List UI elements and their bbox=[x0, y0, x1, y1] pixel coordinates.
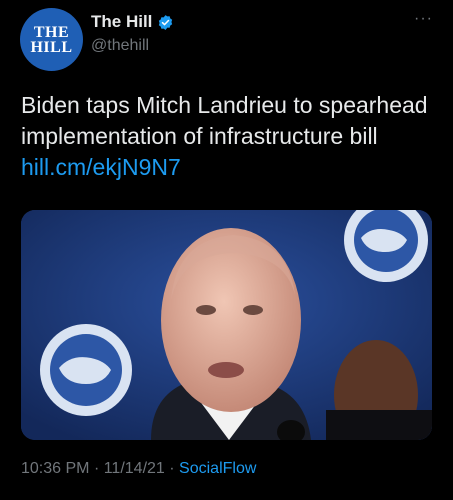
tweet-time[interactable]: 10:36 PM bbox=[21, 460, 89, 477]
avatar-text-line1: THE bbox=[33, 23, 70, 41]
name-row: The Hill bbox=[91, 12, 174, 32]
separator: · bbox=[93, 460, 100, 477]
avatar-text-line2: HILL bbox=[30, 38, 73, 56]
verified-badge-icon bbox=[159, 14, 173, 30]
separator: · bbox=[169, 460, 175, 477]
handle[interactable]: @thehill bbox=[91, 37, 149, 55]
timestamp-row: 10:36 PM · 11/14/21 · SocialFlow bbox=[21, 460, 256, 478]
avatar[interactable]: THE HILL bbox=[20, 8, 83, 71]
seal-emblem-left bbox=[40, 324, 132, 416]
tweet-text: Biden taps Mitch Landrieu to spearhead i… bbox=[21, 90, 436, 183]
tweet-body: Biden taps Mitch Landrieu to spearhead i… bbox=[21, 92, 428, 149]
photo-illustration bbox=[21, 210, 432, 440]
tweet-source[interactable]: SocialFlow bbox=[179, 460, 256, 477]
tweet-header: THE HILL The Hill @thehill ··· bbox=[0, 0, 453, 80]
more-horizontal-icon[interactable]: ··· bbox=[414, 10, 433, 28]
tweet-photo[interactable] bbox=[21, 210, 432, 440]
display-name[interactable]: The Hill bbox=[91, 12, 152, 32]
tweet-date[interactable]: 11/14/21 bbox=[104, 460, 165, 477]
tweet-link[interactable]: hill.cm/ekjN9N7 bbox=[21, 154, 181, 180]
